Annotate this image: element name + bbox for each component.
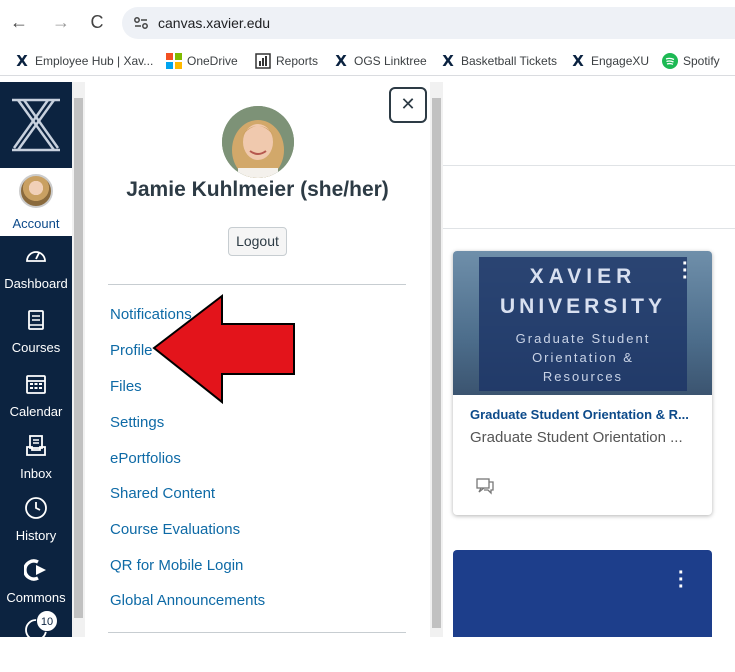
calendar-icon — [26, 375, 46, 394]
menu-link-shared-content[interactable]: Shared Content — [110, 485, 215, 502]
menu-link-settings[interactable]: Settings — [110, 414, 164, 431]
xavier-x-icon: X — [16, 52, 28, 70]
xavier-x-icon: X — [572, 52, 584, 70]
global-nav: Account Dashboard Courses Calendar Inbox… — [0, 82, 72, 641]
bookmark-reports[interactable]: Reports — [255, 52, 318, 70]
menu-link-global-announcements[interactable]: Global Announcements — [110, 592, 265, 609]
site-settings-icon[interactable] — [132, 14, 150, 32]
nav-account-label: Account — [12, 216, 60, 231]
nav-dashboard[interactable]: Dashboard — [0, 240, 72, 302]
course-card-title[interactable]: Graduate Student Orientation & R... — [470, 407, 689, 422]
xavier-x-icon: X — [335, 52, 347, 70]
dashboard-gauge-icon — [26, 251, 46, 262]
scrollbar-thumb[interactable] — [432, 98, 441, 628]
course-card-second[interactable]: · · · — [453, 550, 712, 637]
xavier-logo[interactable] — [0, 82, 72, 166]
nav-scrollbar[interactable] — [72, 82, 85, 637]
notification-badge: 10 — [36, 610, 58, 632]
profile-avatar — [222, 106, 294, 178]
menu-link-profile[interactable]: Profile — [110, 342, 153, 359]
close-tray-button[interactable]: ✕ — [389, 87, 427, 123]
course-card-subtitle: Graduate Student Orientation ... — [470, 429, 683, 446]
nav-courses-label: Courses — [11, 340, 61, 355]
hero-subtext: Graduate Student Orientation & Resources — [515, 331, 651, 384]
bookmark-spotify[interactable]: Spotify — [662, 52, 720, 70]
spotify-logo-icon — [662, 53, 678, 69]
nav-history[interactable]: History — [0, 492, 72, 554]
nav-commons-label: Commons — [6, 590, 66, 605]
dashboard-header-divider — [443, 165, 735, 166]
card-options-kebab-icon[interactable]: · · · — [682, 254, 689, 288]
profile-photo — [222, 106, 294, 178]
bookmarks-bar: X Employee Hub | Xav... OneDrive Reports … — [0, 46, 735, 76]
dashboard-subheader-divider — [443, 228, 735, 229]
tray-divider-bottom — [108, 632, 406, 633]
bookmark-employee-hub[interactable]: X Employee Hub | Xav... — [14, 52, 153, 70]
card-options-kebab-icon[interactable]: · · · — [678, 563, 685, 597]
tray-divider — [108, 284, 406, 285]
close-icon: ✕ — [400, 94, 416, 115]
clock-icon — [25, 497, 47, 519]
red-arrow-annotation — [152, 293, 295, 405]
back-arrow-icon[interactable]: ← — [8, 11, 30, 33]
bookmark-basketball-tickets[interactable]: X Basketball Tickets — [440, 52, 557, 70]
browser-toolbar: ← → C canvas.xavier.edu — [0, 0, 735, 44]
menu-link-files[interactable]: Files — [110, 378, 142, 395]
user-name: Jamie Kuhlmeier (she/her) — [126, 178, 389, 201]
inbox-icon — [26, 435, 46, 456]
nav-calendar[interactable]: Calendar — [0, 368, 72, 430]
bookmark-engagexu[interactable]: X EngageXU — [570, 52, 649, 70]
logout-button[interactable]: Logout — [228, 227, 287, 256]
menu-link-course-evaluations[interactable]: Course Evaluations — [110, 521, 240, 538]
bookmark-onedrive[interactable]: OneDrive — [166, 52, 238, 70]
course-card-hero[interactable]: XAVIER UNIVERSITY Graduate Student Orien… — [453, 251, 712, 395]
nav-dashboard-label: Dashboard — [4, 276, 68, 291]
xavier-x-icon: X — [442, 52, 454, 70]
avatar — [19, 174, 53, 208]
menu-link-eportfolios[interactable]: ePortfolios — [110, 450, 181, 467]
address-bar[interactable]: canvas.xavier.edu — [122, 7, 735, 39]
nav-account[interactable]: Account — [0, 168, 72, 236]
hero-text-university: UNIVERSITY — [499, 295, 667, 318]
forward-arrow-icon[interactable]: → — [50, 11, 72, 33]
url-text[interactable]: canvas.xavier.edu — [158, 15, 270, 31]
chart-icon — [255, 53, 271, 69]
scrollbar-thumb[interactable] — [74, 98, 83, 618]
nav-help[interactable]: 10 — [0, 610, 72, 672]
nav-inbox[interactable]: Inbox — [0, 430, 72, 492]
nav-history-label: History — [15, 528, 57, 543]
nav-commons[interactable]: Commons — [0, 554, 72, 616]
nav-courses[interactable]: Courses — [0, 304, 72, 366]
reload-icon[interactable]: C — [86, 11, 108, 33]
tray-scrollbar[interactable] — [430, 82, 443, 637]
microsoft-logo-icon — [166, 53, 182, 69]
commons-arrow-icon — [24, 559, 46, 581]
nav-calendar-label: Calendar — [9, 404, 63, 419]
menu-link-qr-mobile-login[interactable]: QR for Mobile Login — [110, 557, 243, 574]
book-icon — [28, 310, 44, 330]
course-card[interactable]: XAVIER UNIVERSITY Graduate Student Orien… — [453, 251, 712, 515]
nav-inbox-label: Inbox — [20, 466, 52, 481]
discussions-icon[interactable] — [475, 476, 495, 496]
hero-text-xavier: XAVIER — [529, 265, 637, 288]
bookmark-ogs-linktree[interactable]: X OGS Linktree — [333, 52, 427, 70]
